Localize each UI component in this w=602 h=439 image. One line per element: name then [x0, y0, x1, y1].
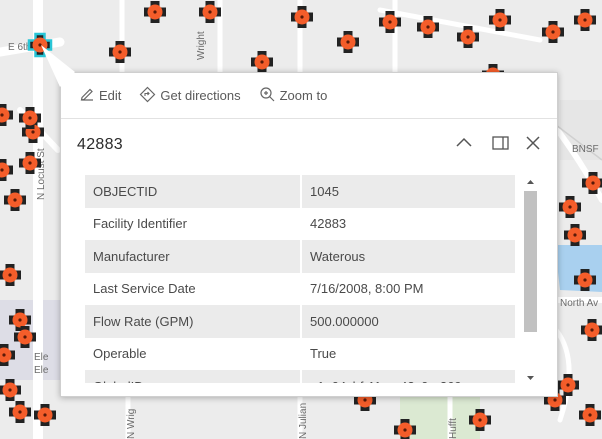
get-directions-action-button[interactable]: Get directions	[139, 86, 241, 106]
attribute-row: OBJECTID 1045	[85, 175, 515, 208]
feature-popup[interactable]: Edit Get directions Zoom to 42883 OBJECT…	[41, 45, 558, 397]
directions-icon	[139, 86, 160, 106]
road-label-n-wrig: N Wrig	[126, 409, 137, 439]
attribute-row: Operable True	[85, 337, 515, 370]
zoom-to-action-button[interactable]: Zoom to	[259, 86, 328, 106]
attribute-row: Manufacturer Waterous	[85, 240, 515, 273]
popup-title: 42883	[77, 136, 123, 153]
pencil-icon	[79, 86, 99, 105]
attribute-row: Facility Identifier 42883	[85, 207, 515, 240]
zoom-in-icon	[259, 86, 280, 106]
attribute-field-name: Last Service Date	[85, 272, 302, 305]
attribute-row: Flow Rate (GPM) 500.000000	[85, 305, 515, 338]
attribute-field-value: 42883	[301, 207, 515, 240]
chevron-up-icon	[453, 132, 475, 154]
attribute-field-value: 500.000000	[301, 305, 515, 338]
zoom-to-action-label: Zoom to	[279, 88, 328, 103]
edit-action-button[interactable]: Edit	[79, 86, 121, 105]
collapse-button[interactable]	[453, 132, 475, 154]
close-icon	[522, 132, 544, 154]
popup-actions-bar: Edit Get directions Zoom to	[61, 73, 557, 119]
attribute-field-name: Facility Identifier	[85, 207, 302, 240]
road-label-n-julian: N Julian	[298, 403, 309, 439]
attribute-field-name: Flow Rate (GPM)	[85, 305, 302, 338]
scroll-thumb[interactable]	[524, 191, 537, 332]
attribute-field-value: 1045	[301, 175, 515, 208]
dock-icon	[489, 132, 511, 154]
scroll-up-button[interactable]	[523, 175, 538, 187]
building-label-ele-1: Ele	[34, 352, 49, 363]
attribute-table-container[interactable]: OBJECTID 1045 Facility Identifier 42883 Manu…	[85, 175, 538, 383]
table-scrollbar[interactable]	[523, 175, 538, 383]
attribute-field-value: Waterous	[301, 240, 515, 273]
road-label-n-locust: N Locust St	[36, 148, 47, 200]
attribute-field-name: Manufacturer	[85, 240, 302, 273]
edit-action-label: Edit	[99, 88, 122, 103]
popup-header: 42883	[61, 119, 557, 169]
building-label-ele-2: Ele	[34, 365, 49, 376]
get-directions-action-label: Get directions	[160, 88, 241, 103]
road-label-bnsf: BNSF	[572, 144, 599, 155]
attribute-row: GlobalIDa1a04cbf-11ea-42c0-a269	[85, 370, 515, 383]
attribute-field-value: True	[301, 337, 515, 370]
road-label-north-av: North Av	[560, 298, 598, 309]
road-label-hufft: Hufft	[448, 418, 459, 439]
attribute-field-name: OBJECTID	[85, 175, 302, 208]
attribute-field-value: 7/16/2008, 8:00 PM	[301, 272, 515, 305]
close-button[interactable]	[522, 132, 544, 154]
road-label-wright: Wright	[196, 31, 207, 60]
attribute-table: OBJECTID 1045 Facility Identifier 42883 Manu…	[85, 175, 515, 383]
attribute-field-value: a1a04cbf-11ea-42c0-a269	[301, 370, 515, 383]
attribute-row: Last Service Date 7/16/2008, 8:00 PM	[85, 272, 515, 305]
dock-button[interactable]	[489, 132, 511, 154]
attribute-field-name: GlobalID	[85, 370, 302, 383]
attribute-field-name: Operable	[85, 337, 302, 370]
scroll-down-button[interactable]	[523, 371, 538, 383]
